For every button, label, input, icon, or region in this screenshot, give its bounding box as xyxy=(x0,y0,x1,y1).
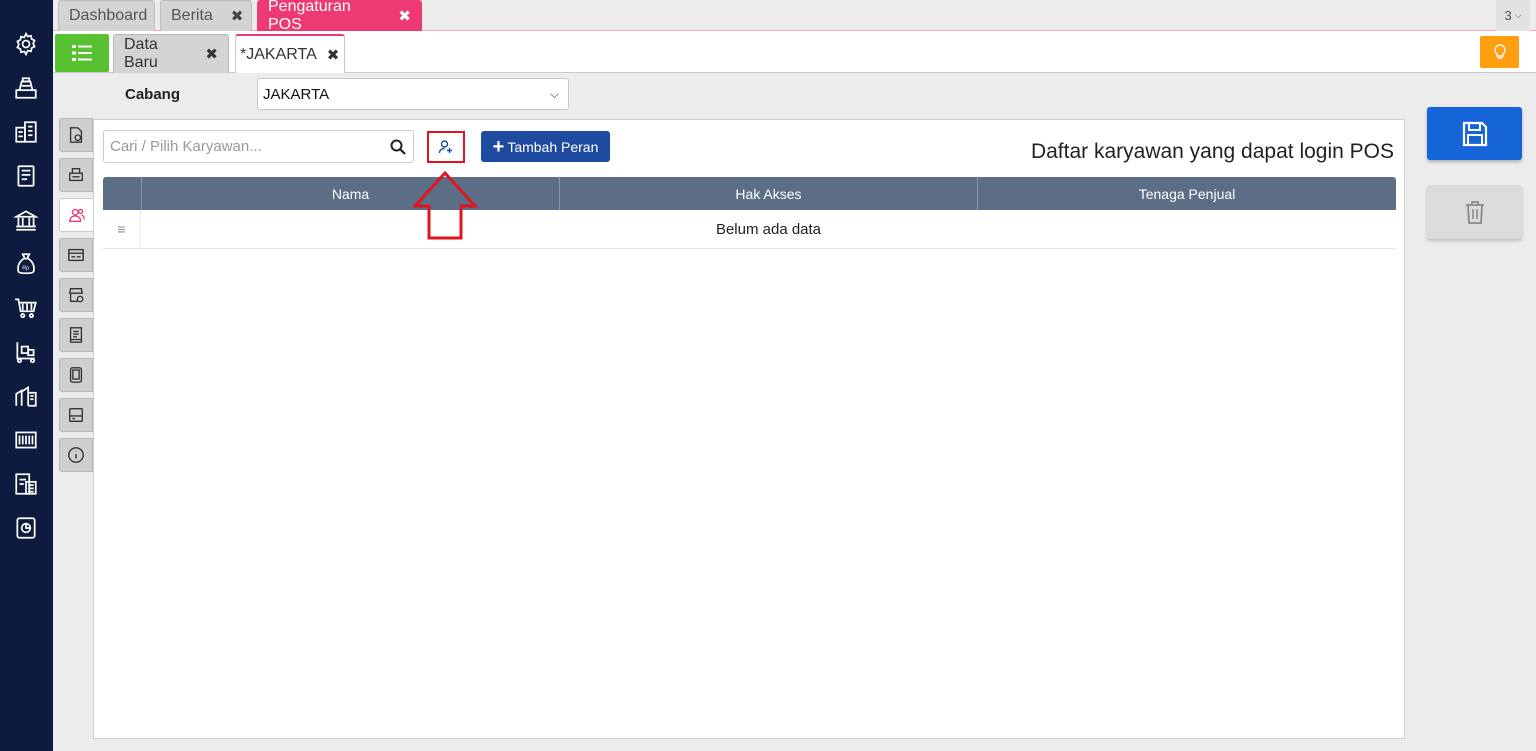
highlight-arrow xyxy=(412,170,478,240)
close-icon[interactable]: ✖ xyxy=(327,46,340,64)
cart-icon[interactable] xyxy=(12,294,40,322)
info-icon xyxy=(68,447,84,463)
side-tab-document-settings[interactable] xyxy=(59,118,93,152)
warehouse-icon[interactable] xyxy=(12,382,40,410)
bank-icon[interactable] xyxy=(12,206,40,234)
svg-text:Rp: Rp xyxy=(22,265,29,271)
trash-icon xyxy=(1465,201,1484,224)
chevron-down-icon: ⌵ xyxy=(549,87,559,101)
save-button[interactable] xyxy=(1427,107,1522,160)
lightbulb-icon xyxy=(1493,44,1506,59)
building-icon[interactable] xyxy=(12,118,40,146)
close-icon[interactable]: ✖ xyxy=(398,7,411,25)
delete-button[interactable] xyxy=(1427,185,1522,239)
tab-label: Pengaturan POS xyxy=(268,0,351,33)
plus-icon: + xyxy=(492,135,505,158)
branch-value: JAKARTA xyxy=(263,85,330,103)
side-tab-tablet[interactable] xyxy=(59,358,93,392)
side-tab-invoice[interactable] xyxy=(59,318,93,352)
top-tab-bar: Dashboard Berita ✖ Pengaturan POS ✖ 3 ⌵ xyxy=(53,0,1536,33)
header-handle xyxy=(103,177,141,210)
sub-tab-bar: Data Baru ✖ *JAKARTA ✖ xyxy=(53,31,1536,73)
invoice-icon xyxy=(69,327,83,343)
side-tab-store-settings[interactable] xyxy=(59,278,93,312)
tax-icon[interactable] xyxy=(12,470,40,498)
list-menu-button[interactable] xyxy=(55,34,109,72)
cash-register-icon[interactable] xyxy=(12,74,40,102)
tab-count: 3 xyxy=(1504,8,1512,23)
users-icon xyxy=(68,208,85,222)
panel-title: Daftar karyawan yang dapat login POS xyxy=(1030,140,1394,163)
tab-label: Data Baru xyxy=(124,36,158,71)
tab-label: Berita xyxy=(171,7,213,24)
empty-message: Belum ada data xyxy=(715,220,822,238)
tab-berita[interactable]: Berita ✖ xyxy=(160,0,252,31)
header-hak-akses[interactable]: Hak Akses xyxy=(559,177,977,210)
side-tab-receipt[interactable] xyxy=(59,238,93,272)
report-icon[interactable] xyxy=(12,514,40,542)
side-tab-info[interactable] xyxy=(59,438,93,472)
close-icon[interactable]: ✖ xyxy=(231,7,244,25)
tab-jakarta[interactable]: *JAKARTA ✖ xyxy=(235,34,345,73)
header-nama[interactable]: Nama xyxy=(141,177,559,210)
add-role-button[interactable]: + Tambah Peran xyxy=(481,131,610,162)
employee-table: Nama Hak Akses Tenaga Penjual ≡ Belum ad… xyxy=(103,177,1396,249)
side-tab-printer[interactable] xyxy=(59,158,93,192)
side-tab-card[interactable] xyxy=(59,398,93,432)
employee-panel: + Tambah Peran Daftar karyawan yang dapa… xyxy=(93,119,1405,739)
store-settings-icon xyxy=(68,288,84,303)
receipt-icon xyxy=(68,248,84,262)
add-user-button[interactable] xyxy=(427,131,465,163)
book-icon[interactable] xyxy=(12,162,40,190)
printer-icon xyxy=(69,168,83,182)
tablet-icon xyxy=(69,367,83,383)
card-icon xyxy=(69,408,83,422)
tab-data-baru[interactable]: Data Baru ✖ xyxy=(113,34,229,73)
table-row: ≡ Belum ada data xyxy=(103,210,1396,249)
table-header: Nama Hak Akses Tenaga Penjual xyxy=(103,177,1396,210)
tab-pengaturan-pos[interactable]: Pengaturan POS ✖ xyxy=(257,0,422,33)
money-bag-icon[interactable]: Rp xyxy=(12,250,40,278)
tab-count-dropdown[interactable]: 3 ⌵ xyxy=(1496,0,1530,31)
tab-label: Dashboard xyxy=(69,7,148,24)
barcode-icon[interactable] xyxy=(12,426,40,454)
branch-label: Cabang xyxy=(125,86,181,103)
employee-search xyxy=(103,130,414,163)
search-icon[interactable] xyxy=(389,138,407,156)
close-icon[interactable]: ✖ xyxy=(205,45,218,63)
tips-button[interactable] xyxy=(1480,36,1519,68)
chevron-down-icon: ⌵ xyxy=(1514,10,1522,20)
tab-label: *JAKARTA xyxy=(240,45,317,63)
trolley-icon[interactable] xyxy=(12,338,40,366)
search-input[interactable] xyxy=(104,131,374,162)
save-icon xyxy=(1462,121,1487,146)
tab-dashboard[interactable]: Dashboard xyxy=(58,0,155,31)
left-nav: Rp xyxy=(0,0,53,751)
settings-icon[interactable] xyxy=(12,30,40,58)
add-role-label: Tambah Peran xyxy=(507,138,599,155)
document-settings-icon xyxy=(69,127,83,143)
branch-select[interactable]: JAKARTA ⌵ xyxy=(257,78,569,110)
drag-handle-icon[interactable]: ≡ xyxy=(103,210,141,248)
list-icon xyxy=(72,45,92,61)
user-add-icon xyxy=(438,140,452,154)
side-tab-users[interactable] xyxy=(59,198,93,232)
header-tenaga-penjual[interactable]: Tenaga Penjual xyxy=(977,177,1396,210)
